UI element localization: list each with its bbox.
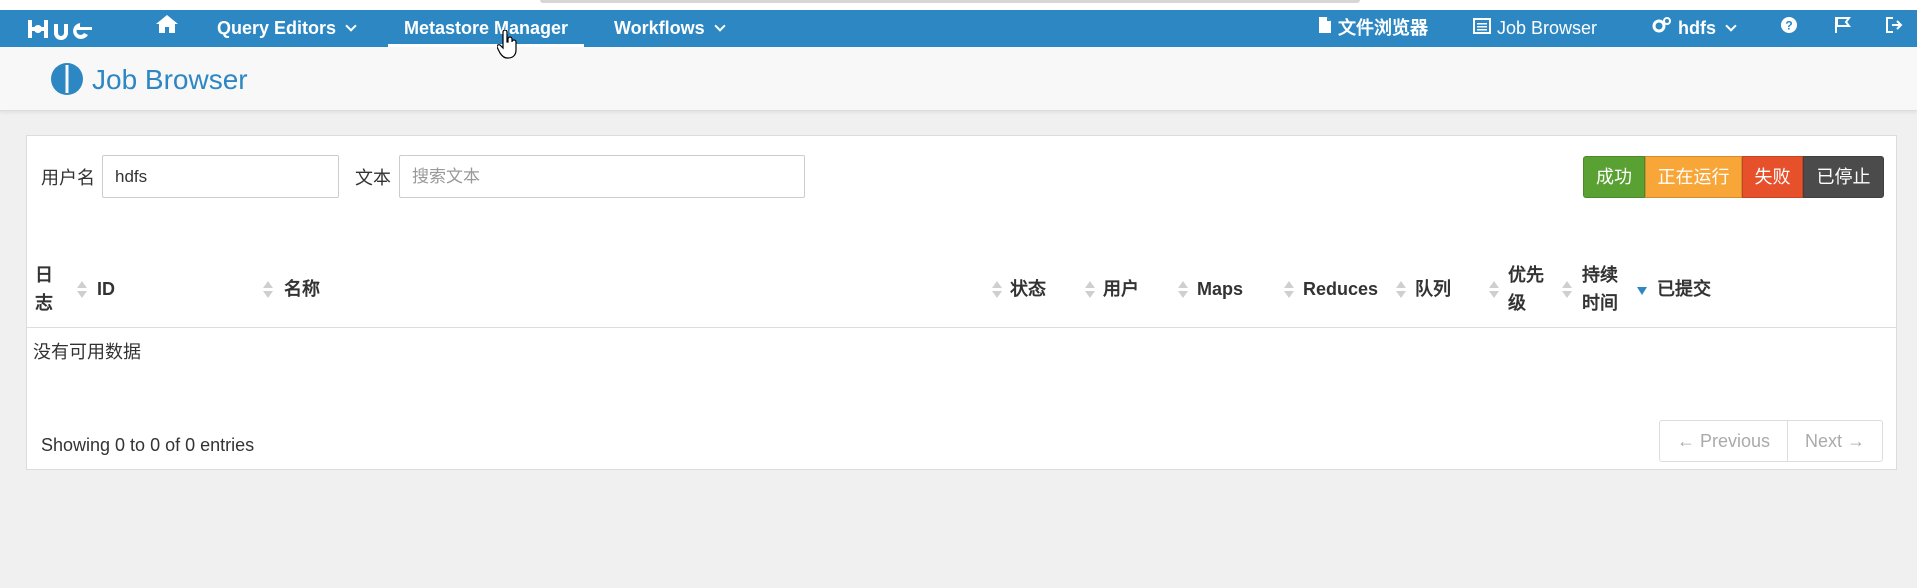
column-header-status[interactable]: 状态: [1010, 275, 1046, 303]
table-header: 日 志 ID 名称 状态 用户 Maps Reduces 队列 优先 级 持续 …: [27, 251, 1896, 328]
next-page-button[interactable]: Next →: [1786, 421, 1882, 461]
column-header-priority[interactable]: 优先 级: [1508, 261, 1544, 317]
job-browser-icon: [49, 61, 85, 102]
empty-table-message: 没有可用数据: [33, 342, 141, 362]
username-filter-label: 用户名: [41, 168, 95, 188]
logout-icon: [1885, 10, 1903, 47]
filter-succeeded-button[interactable]: 成功: [1583, 156, 1645, 198]
top-scrollbar[interactable]: [540, 0, 1360, 3]
column-header-log-line2: 志: [35, 293, 53, 313]
column-header-name[interactable]: 名称: [284, 275, 320, 303]
nav-file-browser[interactable]: 文件浏览器: [1318, 10, 1428, 47]
column-header-priority-line1: 优先: [1508, 265, 1544, 285]
chevron-down-icon: [1725, 20, 1737, 32]
flag-icon: [1833, 10, 1851, 47]
nav-metastore-manager[interactable]: Metastore Manager: [387, 10, 585, 47]
app-header: Job Browser: [0, 47, 1917, 111]
text-filter-label: 文本: [355, 168, 391, 188]
filter-running-button[interactable]: 正在运行: [1645, 156, 1742, 198]
file-icon: [1318, 10, 1332, 47]
column-header-maps[interactable]: Maps: [1197, 275, 1243, 303]
filter-failed-button[interactable]: 失败: [1742, 156, 1803, 198]
home-nav-button[interactable]: [155, 10, 179, 47]
sort-desc-icon[interactable]: [1637, 279, 1647, 301]
column-header-log-line1: 日: [35, 265, 53, 285]
nav-job-browser-label: Job Browser: [1497, 18, 1598, 38]
column-header-queue[interactable]: 队列: [1415, 275, 1451, 303]
nav-workflows-label: Workflows: [614, 18, 705, 38]
hue-logo[interactable]: [26, 10, 106, 47]
top-navbar: Query Editors Metastore Manager Workflow…: [0, 10, 1917, 47]
list-icon: [1473, 10, 1491, 47]
sort-icon[interactable]: [1284, 279, 1294, 301]
sort-icon[interactable]: [1178, 279, 1188, 301]
logout-button[interactable]: [1885, 10, 1903, 47]
text-search-input[interactable]: [399, 155, 805, 198]
sort-icon[interactable]: [1562, 279, 1572, 301]
sort-icon[interactable]: [1085, 279, 1095, 301]
column-header-priority-line2: 级: [1508, 293, 1526, 313]
page-title: Job Browser: [92, 64, 248, 95]
sort-icon[interactable]: [263, 279, 273, 301]
previous-page-button[interactable]: ← Previous: [1660, 421, 1787, 461]
flag-button[interactable]: [1833, 10, 1851, 47]
nav-workflows[interactable]: Workflows: [614, 10, 726, 47]
user-menu[interactable]: hdfs: [1652, 10, 1737, 47]
column-header-user[interactable]: 用户: [1103, 275, 1139, 303]
column-header-submitted[interactable]: 已提交: [1657, 275, 1711, 303]
column-header-duration-line2: 时间: [1582, 293, 1618, 313]
hand-cursor-icon: [497, 30, 517, 59]
username-filter-input[interactable]: [102, 155, 339, 198]
window-top-strip: [0, 0, 1917, 10]
svg-text:?: ?: [1785, 19, 1792, 33]
chevron-down-icon: [714, 20, 726, 32]
job-browser-panel: 用户名 文本 成功 正在运行 失败 已停止 日 志 ID 名称 状态 用户 Ma…: [26, 135, 1897, 470]
nav-metastore-manager-label: Metastore Manager: [404, 18, 569, 38]
filter-killed-button[interactable]: 已停止: [1803, 156, 1884, 198]
chevron-down-icon: [345, 20, 357, 32]
user-menu-label: hdfs: [1678, 18, 1716, 38]
nav-job-browser[interactable]: Job Browser: [1473, 10, 1597, 47]
help-button[interactable]: ?: [1780, 10, 1798, 47]
column-header-log[interactable]: 日 志: [35, 261, 53, 317]
column-header-duration[interactable]: 持续 时间: [1582, 261, 1618, 317]
column-header-reduces[interactable]: Reduces: [1303, 275, 1378, 303]
column-header-duration-line1: 持续: [1582, 265, 1618, 285]
entries-info: Showing 0 to 0 of 0 entries: [41, 435, 255, 455]
sort-icon[interactable]: [1489, 279, 1499, 301]
nav-query-editors-label: Query Editors: [217, 18, 337, 38]
home-icon: [155, 10, 179, 47]
nav-query-editors[interactable]: Query Editors: [217, 10, 357, 47]
sort-icon[interactable]: [1396, 279, 1406, 301]
help-icon: ?: [1780, 10, 1798, 47]
nav-file-browser-label: 文件浏览器: [1338, 18, 1428, 38]
pagination: ← Previous Next →: [1658, 420, 1883, 462]
column-header-id[interactable]: ID: [97, 275, 115, 303]
gears-icon: [1652, 10, 1672, 47]
sort-icon[interactable]: [992, 279, 1002, 301]
sort-icon[interactable]: [77, 279, 87, 301]
